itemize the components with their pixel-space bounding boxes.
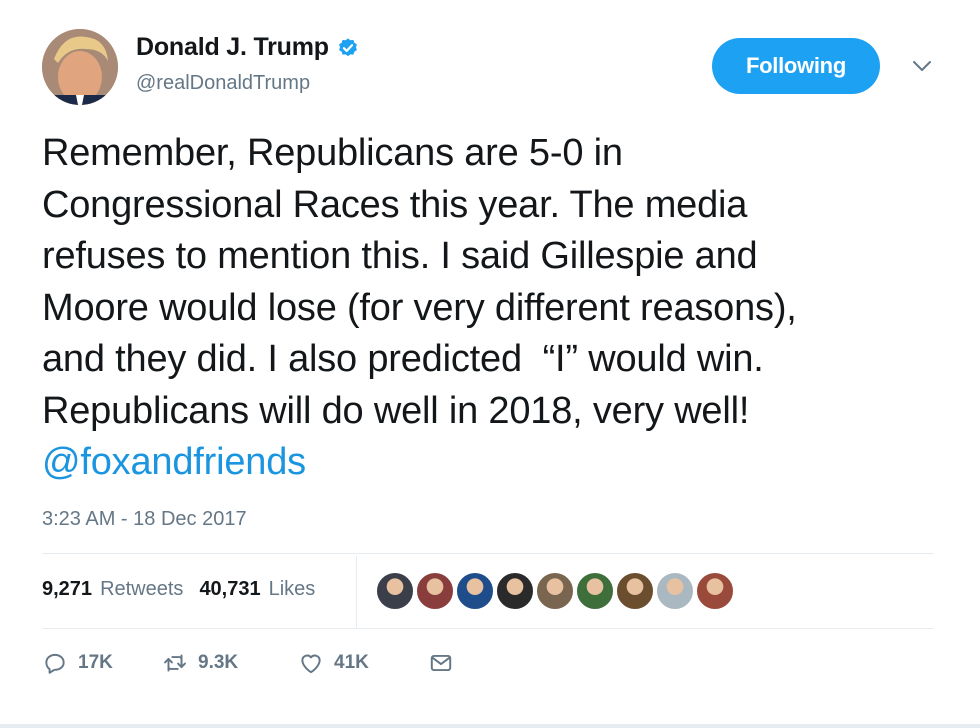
liked-by-avatar[interactable] bbox=[376, 572, 414, 610]
stats-separator bbox=[356, 556, 357, 628]
tweet-card: Donald J. Trump @realDonaldTrump Followi… bbox=[0, 0, 980, 728]
liked-by-avatars bbox=[376, 572, 736, 610]
mention-link[interactable]: @foxandfriends bbox=[42, 437, 952, 489]
retweets-label: Retweets bbox=[100, 578, 184, 600]
reply-icon bbox=[45, 653, 65, 674]
following-button[interactable]: Following bbox=[712, 38, 880, 94]
tweet-text-line: Moore would lose (for very different rea… bbox=[42, 286, 797, 329]
author-display-name[interactable]: Donald J. Trump bbox=[136, 33, 329, 62]
author-handle[interactable]: @realDonaldTrump bbox=[136, 72, 310, 95]
retweets-stat[interactable]: 9,271 Retweets bbox=[42, 578, 183, 601]
likes-label: Likes bbox=[268, 578, 316, 600]
liked-by-avatar[interactable] bbox=[656, 572, 694, 610]
tweet-text-line: Congressional Races this year. The media bbox=[42, 183, 748, 226]
like-action[interactable]: 41K bbox=[298, 650, 428, 676]
tweet-text-line: refuses to mention this. I said Gillespi… bbox=[42, 235, 758, 277]
liked-by-avatar[interactable] bbox=[416, 572, 454, 610]
tweet-stats: 9,271 Retweets 40,731 Likes bbox=[42, 578, 331, 601]
liked-by-avatar[interactable] bbox=[696, 572, 734, 610]
retweet-count: 9.3K bbox=[198, 652, 239, 673]
tweet-text-line: and they did. I also predicted “I” would… bbox=[42, 338, 764, 380]
reply-count: 17K bbox=[78, 652, 113, 673]
like-count: 41K bbox=[334, 652, 369, 673]
retweet-action[interactable]: 9.3K bbox=[162, 650, 298, 676]
direct-message-action[interactable] bbox=[428, 650, 454, 676]
liked-by-avatar[interactable] bbox=[576, 572, 614, 610]
likes-stat[interactable]: 40,731 Likes bbox=[199, 578, 315, 601]
tweet-actions: 17K 9.3K 41K bbox=[42, 650, 454, 676]
verified-badge-icon bbox=[338, 37, 357, 56]
author-name-row: Donald J. Trump bbox=[136, 33, 359, 62]
tweet-timestamp[interactable]: 3:23 AM - 18 Dec 2017 bbox=[42, 508, 247, 531]
tweet-text-line: Republicans will do well in 2018, very w… bbox=[42, 389, 750, 432]
divider bbox=[42, 553, 934, 554]
likes-count: 40,731 bbox=[199, 578, 261, 600]
liked-by-avatar[interactable] bbox=[616, 572, 654, 610]
heart-icon bbox=[301, 654, 321, 674]
card-bottom-border bbox=[0, 724, 980, 728]
divider bbox=[42, 628, 934, 629]
liked-by-avatar[interactable] bbox=[536, 572, 574, 610]
reply-action[interactable]: 17K bbox=[42, 650, 162, 676]
profile-photo-icon bbox=[42, 29, 118, 105]
retweet-icon bbox=[164, 654, 186, 672]
chevron-down-icon[interactable] bbox=[910, 56, 934, 76]
liked-by-avatar[interactable] bbox=[456, 572, 494, 610]
avatar[interactable] bbox=[42, 29, 118, 105]
tweet-text-line: Remember, Republicans are 5-0 in bbox=[42, 132, 623, 174]
retweets-count: 9,271 bbox=[42, 578, 93, 600]
liked-by-avatar[interactable] bbox=[496, 572, 534, 610]
tweet-text: Remember, Republicans are 5-0 in Congres… bbox=[42, 128, 952, 489]
envelope-icon bbox=[430, 654, 452, 672]
